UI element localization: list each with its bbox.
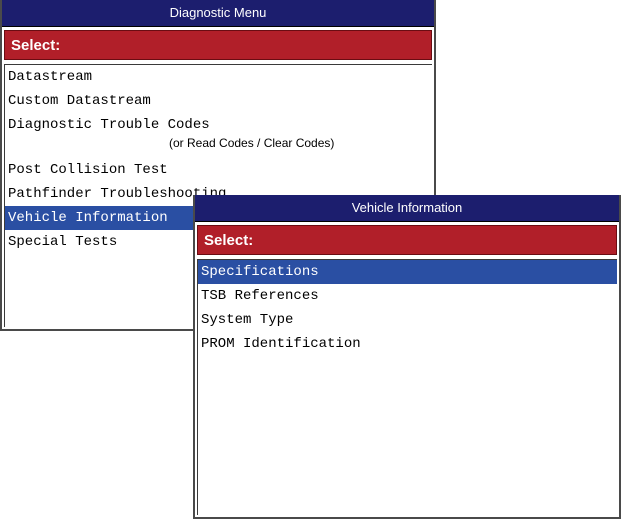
vehicle-information-title: Vehicle Information: [195, 195, 619, 222]
menu-item-custom-datastream[interactable]: Custom Datastream: [5, 89, 432, 113]
menu-item-system-type[interactable]: System Type: [198, 308, 617, 332]
menu-item-dtc-sublabel: (or Read Codes / Clear Codes): [169, 136, 335, 150]
vehicle-information-window: Vehicle Information Select: Specificatio…: [193, 195, 621, 519]
diagnostic-menu-title: Diagnostic Menu: [2, 0, 434, 27]
menu-item-dtc-label: Diagnostic Trouble Codes: [8, 117, 210, 133]
menu-item-post-collision-test[interactable]: Post Collision Test: [5, 158, 432, 182]
menu-item-tsb-references[interactable]: TSB References: [198, 284, 617, 308]
menu-item-specifications[interactable]: Specifications: [198, 260, 617, 284]
menu-item-diagnostic-trouble-codes[interactable]: Diagnostic Trouble Codes (or Read Codes …: [5, 113, 432, 158]
vehicle-information-list: Specifications TSB References System Typ…: [197, 259, 617, 515]
menu-item-prom-identification[interactable]: PROM Identification: [198, 332, 617, 356]
menu-item-datastream[interactable]: Datastream: [5, 65, 432, 89]
diagnostic-menu-select-label: Select:: [4, 30, 432, 60]
vehicle-information-select-label: Select:: [197, 225, 617, 255]
